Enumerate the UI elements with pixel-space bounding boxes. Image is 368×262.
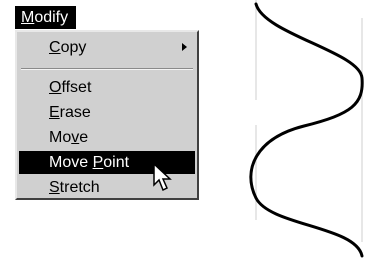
sine-curve-drawing bbox=[249, 0, 364, 258]
menu-item-move-point-pre: Move bbox=[49, 154, 93, 171]
menu-item-erase-mnemonic: E bbox=[49, 104, 60, 121]
menu-item-copy-mnemonic: C bbox=[49, 39, 61, 56]
menu-title-modify[interactable]: Modify bbox=[15, 6, 77, 29]
menu-item-move[interactable]: Move bbox=[19, 126, 195, 149]
menu-separator bbox=[21, 68, 193, 70]
menu-title-mnemonic: M bbox=[21, 9, 35, 26]
arrow-pointer-icon bbox=[153, 163, 172, 192]
menu-item-move-rest: e bbox=[79, 129, 89, 146]
menu-item-stretch-rest: tretch bbox=[59, 179, 100, 196]
menu-item-erase[interactable]: Erase bbox=[19, 101, 195, 124]
menu-item-offset[interactable]: Offset bbox=[19, 76, 195, 99]
menu-item-offset-rest: ffset bbox=[61, 79, 92, 96]
menu-item-move-point-mnemonic: P bbox=[92, 154, 104, 171]
menu-item-copy-rest: opy bbox=[60, 39, 87, 56]
menu-item-move-pre: Mo bbox=[49, 129, 72, 146]
menu-title-rest: odify bbox=[34, 9, 69, 26]
menu-item-move-point-rest: oint bbox=[103, 154, 130, 171]
menu-item-stretch-mnemonic: S bbox=[49, 179, 60, 196]
menu-item-copy[interactable]: Copy bbox=[19, 36, 195, 59]
wave-curve bbox=[249, 2, 364, 258]
menu-item-erase-rest: rase bbox=[59, 104, 91, 121]
menu-item-offset-mnemonic: O bbox=[49, 79, 62, 96]
submenu-arrow-icon bbox=[182, 43, 187, 51]
